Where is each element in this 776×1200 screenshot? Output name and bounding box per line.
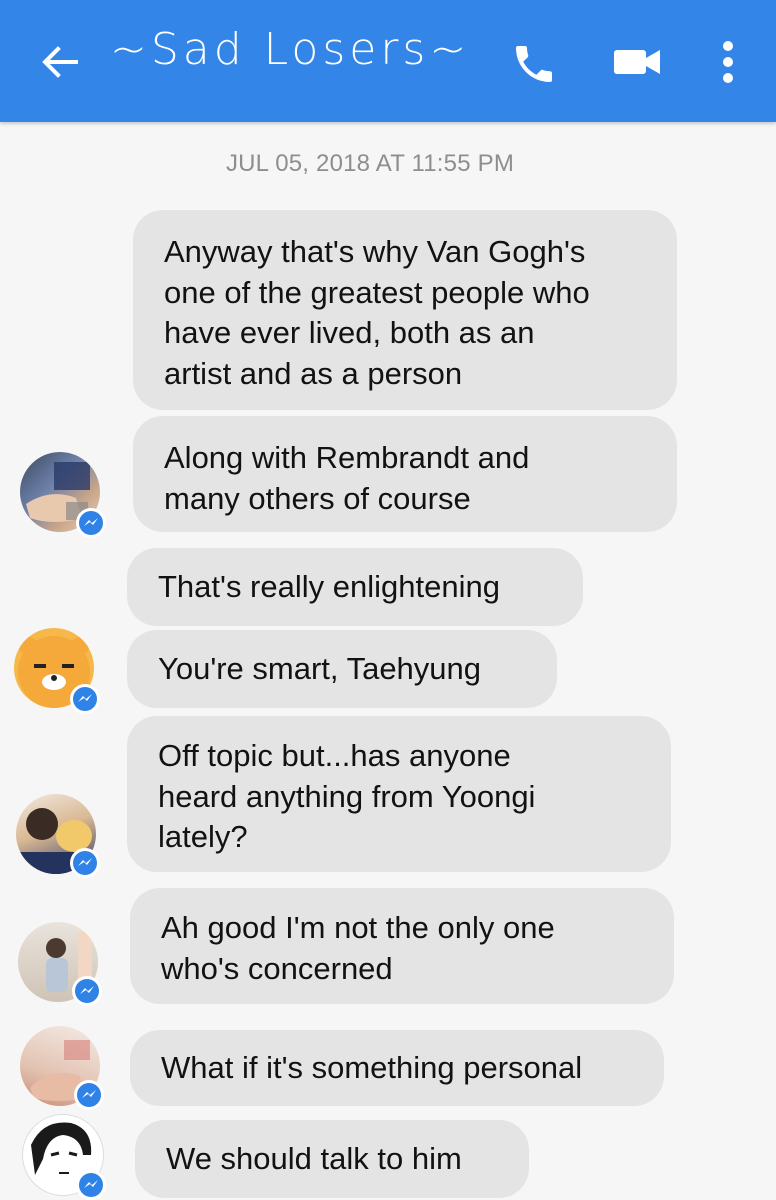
back-button[interactable] (38, 40, 82, 84)
header-bar: ~Sad Losers~ (0, 0, 776, 122)
message-bubble[interactable]: Off topic but...has anyone heard anythin… (127, 716, 671, 872)
phone-icon (516, 46, 552, 82)
messenger-badge-icon (70, 848, 100, 878)
messenger-badge-icon (76, 1170, 106, 1200)
message-bubble[interactable]: What if it's something personal (130, 1030, 664, 1106)
message-bubble[interactable]: You're smart, Taehyung (127, 630, 557, 708)
message-timestamp: JUL 05, 2018 AT 11:55 PM (225, 150, 515, 177)
messenger-badge-icon (72, 976, 102, 1006)
arrow-left-icon (42, 46, 78, 78)
message-bubble[interactable]: Ah good I'm not the only one who's conce… (130, 888, 674, 1004)
message-bubble[interactable]: Along with Rembrandt and many others of … (133, 416, 677, 532)
conversation-title[interactable]: ~Sad Losers~ (110, 24, 470, 75)
message-bubble[interactable]: Anyway that's why Van Gogh's one of the … (133, 210, 677, 410)
messenger-app: ~Sad Losers~ JUL 05, 2018 AT 11:55 PM An… (0, 0, 776, 1200)
video-call-button[interactable] (612, 44, 664, 80)
messenger-badge-icon (76, 508, 106, 538)
messenger-badge-icon (70, 684, 100, 714)
more-vertical-icon (723, 41, 733, 83)
video-camera-icon (614, 50, 660, 74)
message-bubble[interactable]: We should talk to him (135, 1120, 529, 1198)
more-options-button[interactable] (716, 38, 740, 86)
voice-call-button[interactable] (510, 40, 558, 88)
messenger-badge-icon (74, 1080, 104, 1110)
message-bubble[interactable]: That's really enlightening (127, 548, 583, 626)
